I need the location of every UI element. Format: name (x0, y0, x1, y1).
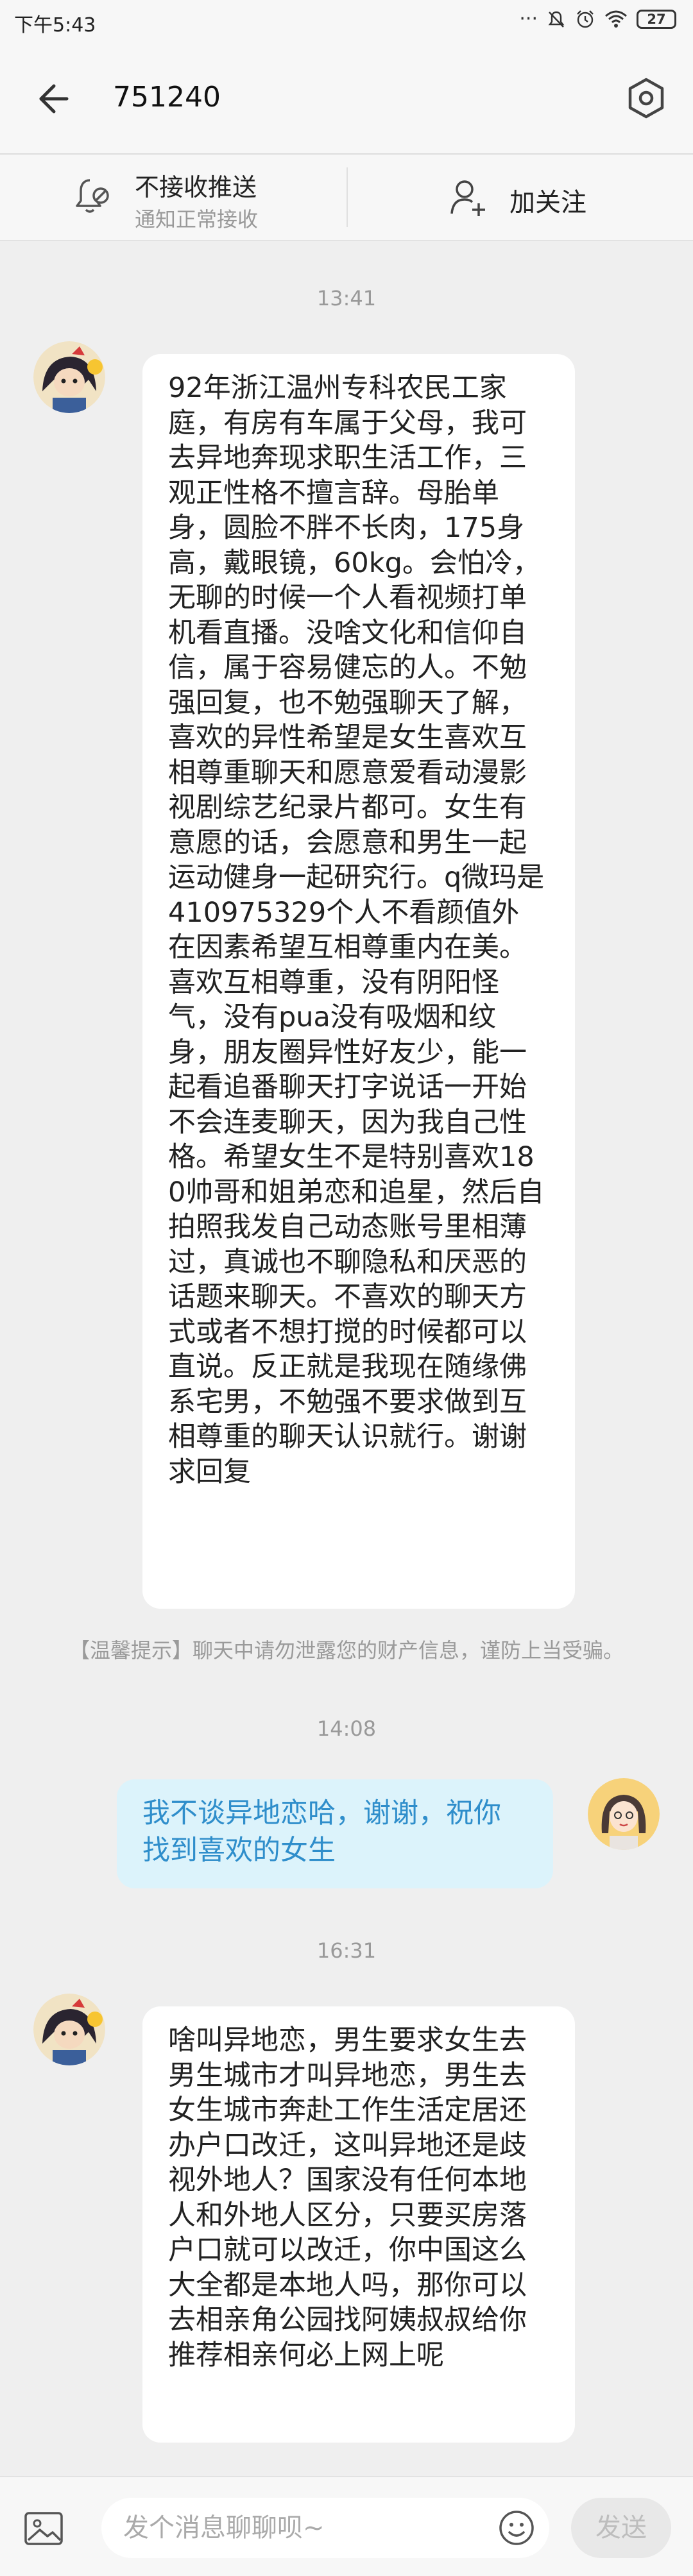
back-arrow-icon[interactable] (33, 80, 72, 118)
status-bar: 下午5:43 ··· 27 (0, 0, 693, 47)
push-setting-title: 不接收推送 (135, 173, 257, 201)
message-timestamp: 13:41 (316, 286, 377, 310)
follow-button[interactable]: 加关注 (348, 155, 693, 240)
wifi-icon (605, 10, 627, 28)
sender-avatar[interactable] (33, 1994, 105, 2065)
bell-muted-icon (76, 179, 109, 213)
emoji-icon[interactable] (498, 2509, 535, 2546)
mute-icon (548, 11, 565, 28)
page-title: 751240 (113, 81, 221, 114)
status-time: 下午5:43 (14, 14, 96, 37)
chat-header: 751240 (0, 47, 693, 155)
message-timestamp: 16:31 (316, 1938, 377, 1963)
message-bubble-incoming[interactable]: 92年浙江温州专科农民工家庭，有房有车属于父母，我可去异地奔现求职生活工作，三观… (142, 354, 575, 1609)
message-timestamp: 14:08 (316, 1716, 377, 1741)
my-avatar[interactable] (588, 1778, 660, 1850)
follow-label: 加关注 (509, 188, 586, 217)
subscription-bar: 不接收推送 通知正常接收 加关注 (0, 155, 693, 241)
safety-tip: 【温馨提示】聊天中请勿泄露您的财产信息，谨防上当受骗。 (69, 1638, 624, 1663)
push-setting[interactable]: 不接收推送 通知正常接收 (0, 155, 346, 240)
battery-icon: 27 (637, 9, 676, 29)
message-bubble-incoming[interactable]: 啥叫异地恋，男生要求女生去男生城市才叫异地恋，男生去女生城市奔赴工作生活定居还办… (142, 2006, 575, 2443)
image-picker-icon[interactable] (23, 2508, 68, 2548)
push-setting-desc: 通知正常接收 (135, 207, 259, 232)
input-bar: 发个消息聊聊呗~ 发送 (0, 2476, 693, 2576)
status-icons: ··· 27 (519, 8, 676, 30)
message-input[interactable]: 发个消息聊聊呗~ (101, 2498, 549, 2558)
add-user-icon (450, 180, 485, 216)
message-bubble-outgoing[interactable]: 我不谈异地恋哈，谢谢，祝你找到喜欢的女生 (117, 1779, 553, 1888)
settings-icon[interactable] (624, 76, 669, 121)
more-dots-icon: ··· (519, 8, 538, 30)
alarm-icon (577, 10, 594, 28)
sender-avatar[interactable] (33, 341, 105, 413)
send-button[interactable]: 发送 (571, 2498, 671, 2558)
